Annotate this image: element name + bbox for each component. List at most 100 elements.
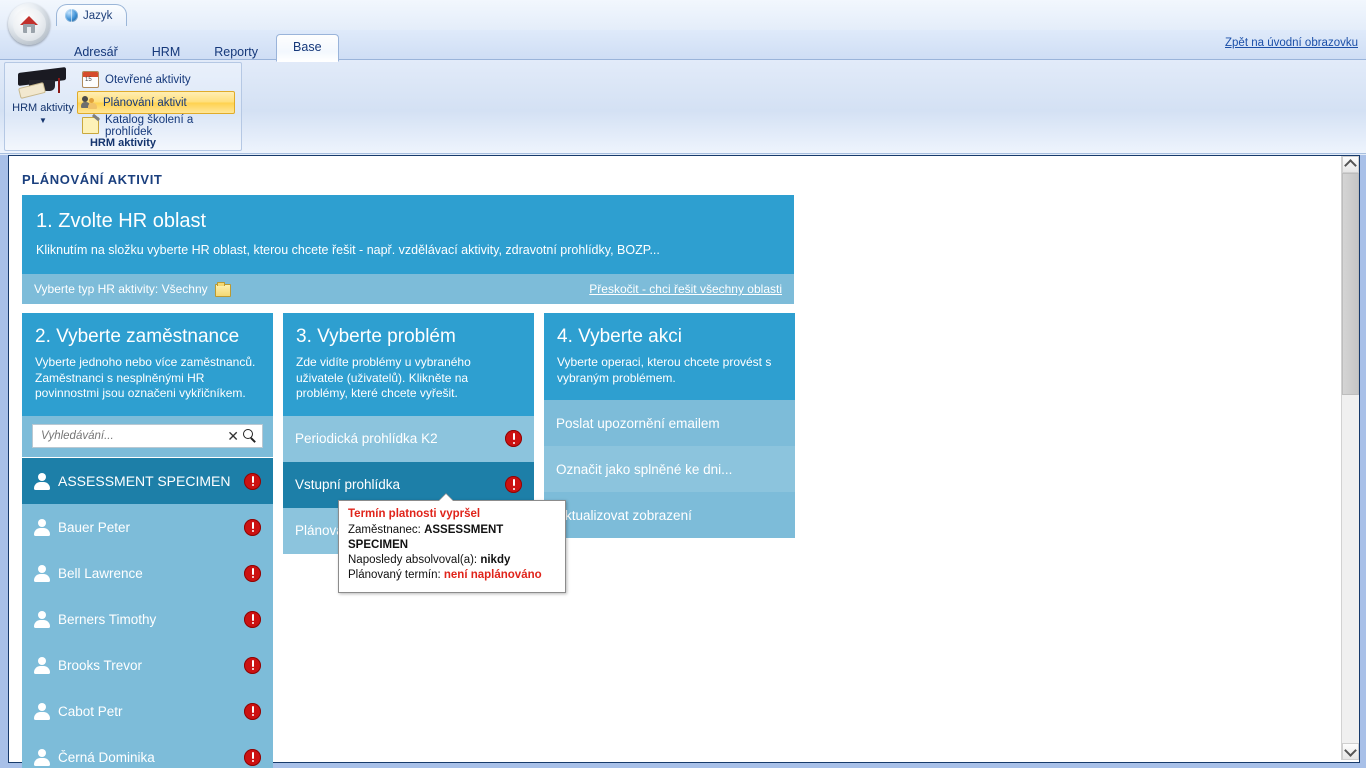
back-to-home-link[interactable]: Zpět na úvodní obrazovku — [1225, 37, 1358, 49]
hrm-aktivity-launcher[interactable]: HRM aktivity ▼ — [9, 66, 77, 125]
alert-icon — [244, 564, 261, 582]
chevron-down-icon — [1344, 744, 1357, 757]
employee-search-box[interactable]: ✕ — [32, 423, 263, 448]
ribbon-group-hrm-aktivity: HRM aktivity ▼ Otevřené aktivity Plánová… — [4, 62, 242, 151]
list-item[interactable]: Berners Timothy — [22, 596, 273, 642]
list-item[interactable]: Černá Dominika — [22, 734, 273, 768]
avatar-icon — [34, 656, 50, 674]
alert-icon — [244, 518, 261, 536]
alert-icon — [244, 656, 261, 674]
folder-icon[interactable] — [214, 282, 231, 297]
tooltip-title: Termín platnosti vypršel — [348, 508, 481, 520]
application-window: Jazyk Adresář HRM Reporty Base Zpět na ú… — [0, 0, 1366, 768]
employee-name: Brooks Trevor — [58, 657, 143, 673]
avatar-icon — [34, 748, 50, 766]
page-title: PLÁNOVÁNÍ AKTIVIT — [22, 172, 163, 187]
menu-item-label: Katalog školení a prohlídek — [105, 113, 194, 138]
menu-item-label: Otevřené aktivity — [105, 73, 191, 86]
tooltip-employee-label: Zaměstnanec: — [348, 524, 425, 536]
employee-name: Berners Timothy — [58, 611, 157, 627]
tooltip-arrow — [439, 494, 453, 501]
step1-description: Kliknutím na složku vyberte HR oblast, k… — [36, 243, 660, 257]
ribbon: HRM aktivity ▼ Otevřené aktivity Plánová… — [0, 60, 1366, 154]
language-tab[interactable]: Jazyk — [56, 4, 128, 26]
action-label: Poslat upozornění emailem — [556, 415, 720, 431]
search-icon[interactable] — [243, 429, 256, 442]
action-row[interactable]: Aktualizovat zobrazení — [544, 492, 795, 538]
menu-item-otevrene-aktivity[interactable]: Otevřené aktivity — [77, 68, 235, 91]
step3-heading: 3. Vyberte problém — [296, 326, 456, 347]
tab-base[interactable]: Base — [276, 34, 339, 62]
action-label: Označit jako splněné ke dni... — [556, 461, 733, 477]
problem-label: Periodická prohlídka K2 — [295, 431, 438, 446]
employee-name: Bell Lawrence — [58, 565, 143, 581]
action-row[interactable]: Označit jako splněné ke dni... — [544, 446, 795, 492]
left-gutter — [0, 155, 8, 768]
list-item[interactable]: Bell Lawrence — [22, 550, 273, 596]
graduation-cap-icon — [16, 66, 70, 102]
step1-heading: 1. Zvolte HR oblast — [36, 210, 207, 232]
titlebar: Jazyk — [0, 0, 1366, 45]
employee-name: Černá Dominika — [58, 749, 155, 765]
step1-header: 1. Zvolte HR oblast Kliknutím na složku … — [22, 195, 794, 274]
step1-filter-bar: Vyberte typ HR aktivity: Všechny Přeskoč… — [22, 274, 794, 304]
alert-icon — [505, 430, 522, 447]
problem-row[interactable]: Periodická prohlídka K2 — [283, 415, 534, 462]
step3-description: Zde vidíte problémy u vybraného uživatel… — [296, 355, 471, 400]
avatar-icon — [34, 610, 50, 628]
home-button[interactable] — [8, 3, 50, 45]
tooltip-planned-value: není naplánováno — [443, 569, 542, 581]
employee-name: Cabot Petr — [58, 703, 123, 719]
search-input[interactable] — [39, 428, 228, 443]
problem-label: Vstupní prohlídka — [295, 477, 401, 492]
menu-item-katalog-skoleni[interactable]: Katalog školení a prohlídek — [77, 113, 235, 138]
clear-icon[interactable]: ✕ — [227, 429, 239, 443]
step3-header: 3. Vyberte problém Zde vidíte problémy u… — [283, 313, 534, 416]
globe-icon — [65, 9, 78, 22]
step4-heading: 4. Vyberte akci — [557, 326, 682, 347]
vertical-scrollbar[interactable] — [1341, 156, 1359, 760]
note-icon — [82, 117, 99, 134]
employee-name: Bauer Peter — [58, 519, 131, 535]
list-item[interactable]: ASSESSMENT SPECIMEN — [22, 458, 273, 504]
employee-name: ASSESSMENT SPECIMEN — [58, 473, 231, 489]
action-label: Aktualizovat zobrazení — [556, 507, 692, 523]
tooltip-planned-label: Plánovaný termín: — [348, 569, 444, 581]
language-tab-label: Jazyk — [83, 9, 113, 22]
avatar-icon — [34, 518, 50, 536]
hr-activity-type-filter[interactable]: Vyberte typ HR aktivity: Všechny — [34, 282, 231, 297]
scroll-down-button[interactable] — [1342, 743, 1359, 760]
skip-all-areas-link[interactable]: Přeskočit - chci řešit všechny oblasti — [589, 282, 782, 296]
alert-icon — [244, 472, 261, 490]
list-item[interactable]: Bauer Peter — [22, 504, 273, 550]
step4-column: 4. Vyberte akci Vyberte operaci, kterou … — [544, 313, 795, 554]
tooltip-line-last: Naposledy absolvoval(a): nikdy — [348, 553, 556, 568]
employee-list: ASSESSMENT SPECIMEN Bauer Peter Bell Law… — [22, 458, 273, 768]
list-item[interactable]: Brooks Trevor — [22, 642, 273, 688]
scroll-up-button[interactable] — [1342, 156, 1359, 173]
calendar-icon — [82, 71, 99, 88]
alert-icon — [244, 702, 261, 720]
step2-description: Vyberte jednoho nebo více zaměstnanců. Z… — [35, 355, 256, 400]
avatar-icon — [34, 472, 50, 490]
menu-item-planovani-aktivit[interactable]: Plánování aktivit — [77, 91, 235, 114]
step4-header: 4. Vyberte akci Vyberte operaci, kterou … — [544, 313, 795, 400]
step4-description: Vyberte operaci, kterou chcete provést s… — [557, 355, 772, 385]
chevron-up-icon — [1344, 159, 1357, 172]
step2-header: 2. Vyberte zaměstnance Vyberte jednoho n… — [22, 313, 273, 416]
tooltip: Termín platnosti vypršel Zaměstnanec: AS… — [338, 494, 566, 593]
ribbon-group-label: HRM aktivity — [89, 137, 157, 149]
people-icon — [81, 95, 97, 110]
avatar-icon — [34, 702, 50, 720]
action-row[interactable]: Poslat upozornění emailem — [544, 400, 795, 446]
avatar-icon — [34, 564, 50, 582]
ribbon-tabs: Adresář HRM Reporty Base — [58, 30, 341, 62]
tooltip-last-label: Naposledy absolvoval(a): — [348, 554, 481, 566]
step2-heading: 2. Vyberte zaměstnance — [35, 326, 240, 347]
scrollbar-thumb[interactable] — [1342, 173, 1359, 395]
tooltip-line-planned: Plánovaný termín: není naplánováno — [348, 568, 556, 583]
hr-activity-type-label: Vyberte typ HR aktivity: Všechny — [34, 282, 208, 296]
list-item[interactable]: Cabot Petr — [22, 688, 273, 734]
menu-item-label: Plánování aktivit — [103, 96, 187, 109]
chevron-down-icon[interactable]: ▼ — [9, 116, 77, 125]
